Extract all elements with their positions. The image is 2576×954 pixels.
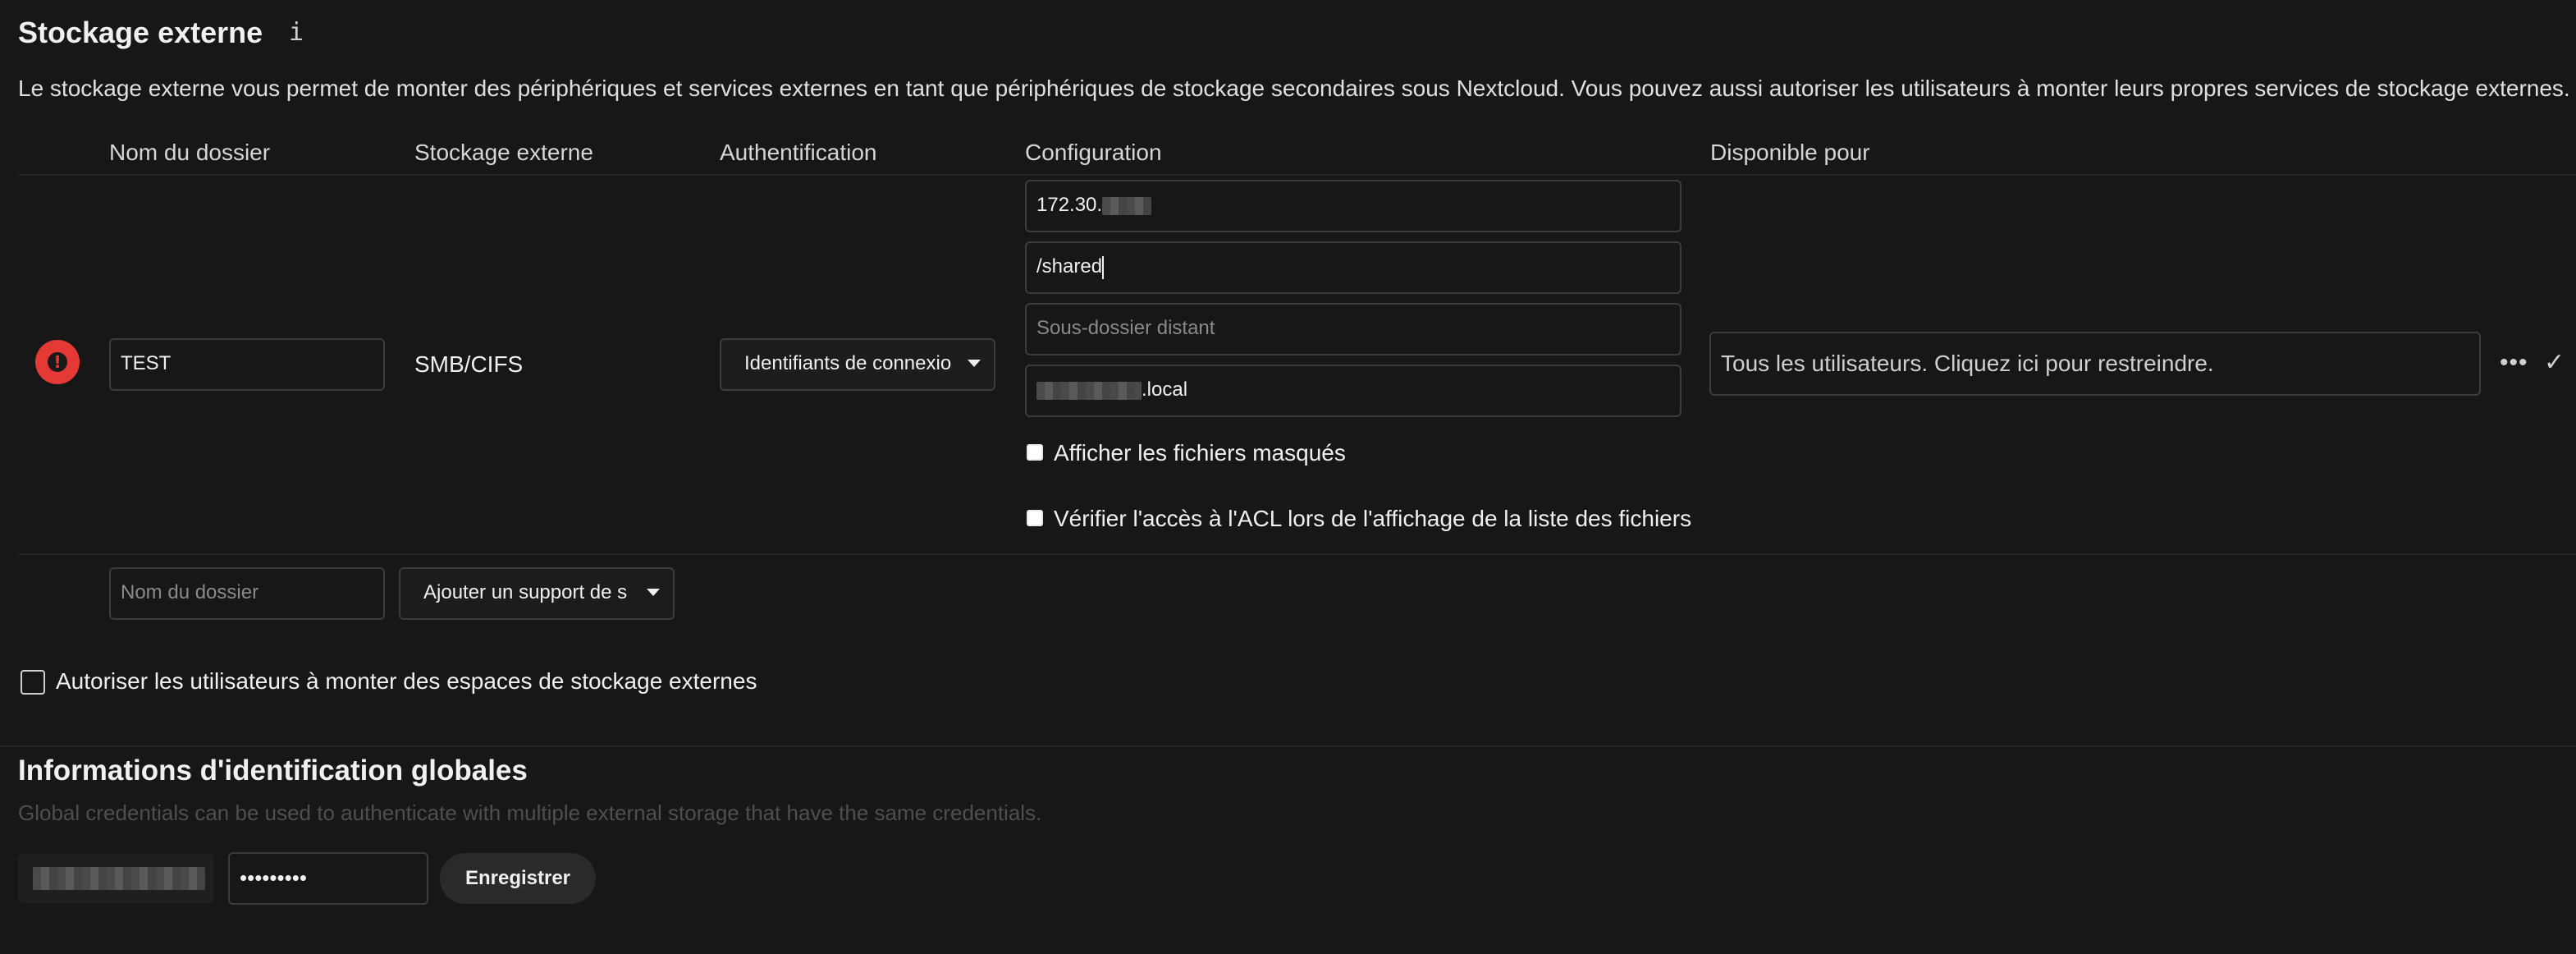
- chevron-down-icon: [968, 360, 981, 367]
- header-divider: [18, 174, 2576, 176]
- more-options-icon[interactable]: •••: [2500, 348, 2528, 378]
- domain-input[interactable]: .local: [1025, 365, 1681, 417]
- check-acl-label: Vérifier l'accès à l'ACL lors de l'affic…: [1054, 506, 1692, 531]
- text-cursor: [1102, 255, 1105, 279]
- new-folder-placeholder: Nom du dossier: [121, 581, 259, 603]
- password-input[interactable]: •••••••••: [228, 852, 428, 905]
- password-mask: •••••••••: [240, 865, 307, 890]
- save-button[interactable]: Enregistrer: [440, 853, 596, 904]
- redacted-username: [33, 867, 205, 890]
- host-input[interactable]: 172.30.: [1025, 180, 1681, 232]
- add-storage-value: Ajouter un support de s: [423, 581, 628, 603]
- folder-name-value: TEST: [121, 352, 172, 374]
- header-folder-name: Nom du dossier: [109, 140, 271, 165]
- authentication-value: Identifiants de connexio: [744, 352, 952, 374]
- global-credentials-hint: Global credentials can be used to authen…: [18, 800, 1042, 825]
- redacted-domain: [1036, 381, 1142, 400]
- username-input[interactable]: [18, 854, 213, 903]
- available-for-input[interactable]: Tous les utilisateurs. Cliquez ici pour …: [1709, 332, 2481, 396]
- new-folder-name-input[interactable]: Nom du dossier: [109, 567, 385, 620]
- allow-users-checkbox[interactable]: [21, 670, 45, 695]
- add-storage-select[interactable]: Ajouter un support de s: [399, 567, 675, 620]
- chevron-down-icon: [647, 589, 660, 596]
- section-description: Le stockage externe vous permet de monte…: [18, 76, 2570, 101]
- remote-subfolder-input[interactable]: Sous-dossier distant: [1025, 303, 1681, 355]
- show-hidden-label: Afficher les fichiers masqués: [1054, 440, 1346, 466]
- global-credentials-title: Informations d'identification globales: [18, 754, 528, 787]
- show-hidden-checkbox[interactable]: [1027, 444, 1043, 461]
- host-value: 172.30.: [1036, 194, 1103, 216]
- exclamation-icon: !: [48, 352, 67, 372]
- domain-value: .local: [1142, 378, 1188, 401]
- authentication-select[interactable]: Identifiants de connexio: [720, 338, 995, 391]
- section-divider: [0, 745, 2576, 747]
- share-value: /shared: [1036, 255, 1103, 277]
- header-available-for: Disponible pour: [1710, 140, 1870, 165]
- row-divider: [18, 553, 2576, 555]
- header-external-storage: Stockage externe: [414, 140, 593, 165]
- save-button-label: Enregistrer: [464, 867, 571, 889]
- redacted-host: [1102, 196, 1152, 215]
- folder-name-input[interactable]: TEST: [109, 338, 385, 391]
- checkmark-icon: ✓: [2544, 349, 2565, 376]
- storage-type: SMB/CIFS: [414, 351, 524, 377]
- error-icon[interactable]: !: [35, 340, 80, 384]
- info-icon[interactable]: i: [289, 16, 304, 49]
- section-title: Stockage externe: [18, 16, 263, 49]
- header-authentication: Authentification: [720, 140, 877, 165]
- available-for-value: Tous les utilisateurs. Cliquez ici pour …: [1721, 351, 2214, 376]
- header-configuration: Configuration: [1025, 140, 1162, 165]
- allow-users-label: Autoriser les utilisateurs à monter des …: [56, 668, 757, 694]
- share-input[interactable]: /shared: [1025, 241, 1681, 294]
- remote-subfolder-placeholder: Sous-dossier distant: [1036, 317, 1215, 339]
- check-acl-checkbox[interactable]: [1027, 510, 1043, 526]
